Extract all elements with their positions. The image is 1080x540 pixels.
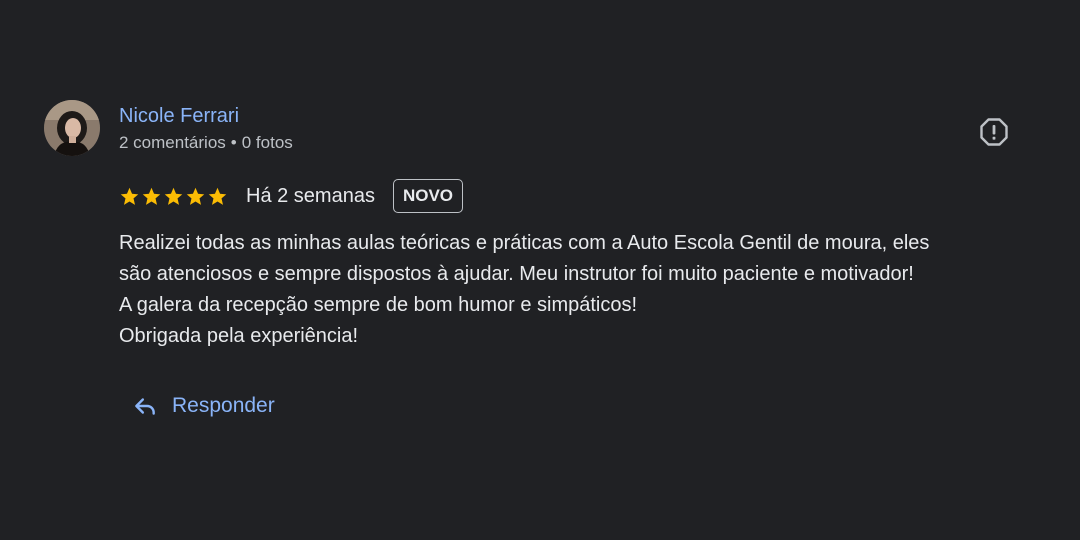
- author-info: Nicole Ferrari 2 comentários • 0 fotos: [119, 104, 293, 154]
- review-card: Nicole Ferrari 2 comentários • 0 fotos Há …: [0, 0, 1080, 540]
- star-icon: [207, 186, 228, 207]
- reply-arrow-icon: [132, 393, 158, 419]
- reply-button[interactable]: Responder: [132, 390, 275, 422]
- star-icon: [185, 186, 206, 207]
- review-text-line: são atenciosos e sempre dispostos à ajud…: [119, 263, 914, 285]
- reply-label: Responder: [172, 394, 275, 417]
- author-meta: 2 comentários • 0 fotos: [119, 132, 293, 154]
- star-rating: [119, 186, 228, 207]
- reviews-count: 2 comentários: [119, 133, 226, 152]
- rating-row: Há 2 semanas NOVO: [119, 178, 464, 214]
- review-text: Realizei todas as minhas aulas teóricas …: [119, 228, 1059, 352]
- review-text-line: Obrigada pela experiência!: [119, 325, 359, 347]
- star-icon: [163, 186, 184, 207]
- star-icon: [141, 186, 162, 207]
- photos-count: 0 fotos: [241, 133, 293, 152]
- review-text-line: Realizei todas as minhas aulas teóricas …: [119, 232, 930, 254]
- star-icon: [119, 186, 140, 207]
- report-icon[interactable]: [978, 116, 1010, 148]
- meta-separator: •: [230, 133, 237, 152]
- review-time: Há 2 semanas: [246, 184, 375, 207]
- author-name[interactable]: Nicole Ferrari: [119, 104, 293, 128]
- avatar[interactable]: [44, 100, 100, 156]
- new-badge: NOVO: [392, 179, 464, 213]
- review-text-line: A galera da recepção sempre de bom humor…: [119, 294, 638, 316]
